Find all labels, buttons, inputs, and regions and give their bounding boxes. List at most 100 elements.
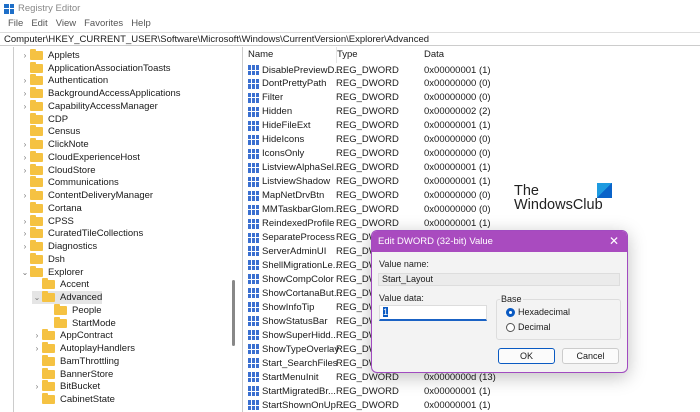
folder-icon: [30, 252, 43, 264]
tree-item[interactable]: Census: [20, 125, 80, 139]
tree-item[interactable]: People: [44, 303, 102, 317]
chevron-icon[interactable]: ›: [20, 51, 30, 60]
tree-item[interactable]: › Diagnostics: [20, 240, 97, 253]
tree-item[interactable]: Accent: [32, 278, 90, 292]
chevron-icon[interactable]: ›: [20, 153, 30, 162]
value-row[interactable]: HideIcons REG_DWORD 0x00000000 (0): [245, 133, 700, 147]
folder-icon: [54, 316, 67, 328]
ok-button[interactable]: OK: [498, 348, 555, 364]
value-data: 0x00000001 (1): [424, 64, 491, 76]
tree-item[interactable]: Dsh: [20, 252, 65, 266]
watermark-line1: The: [514, 183, 539, 199]
value-name: MapNetDrvBtn: [262, 190, 325, 202]
tree-item-label: Applets: [48, 49, 80, 61]
reg-binary-icon: [248, 204, 259, 215]
chevron-icon[interactable]: ›: [20, 76, 30, 85]
value-data-input[interactable]: 1: [379, 305, 487, 321]
tree-item[interactable]: › AppContract: [32, 329, 113, 343]
chevron-icon[interactable]: ›: [20, 140, 30, 149]
tree-item[interactable]: StartMode: [44, 316, 116, 330]
tree-item[interactable]: CabinetState: [32, 393, 115, 406]
tree-item[interactable]: Communications: [20, 176, 119, 190]
menu-view[interactable]: View: [52, 17, 80, 31]
tree-item-label: Accent: [60, 279, 90, 291]
radio-hexadecimal[interactable]: Hexadecimal: [506, 307, 570, 317]
menu-favorites[interactable]: Favorites: [80, 17, 127, 31]
value-row[interactable]: StartMigratedBr... REG_DWORD 0x00000001 (1…: [245, 384, 700, 398]
tree-item[interactable]: BamThrottling: [32, 354, 119, 368]
chevron-icon[interactable]: ›: [32, 331, 42, 340]
tree-item[interactable]: BannerStore: [32, 367, 113, 381]
radio-decimal[interactable]: Decimal: [506, 322, 551, 332]
value-row[interactable]: IconsOnly REG_DWORD 0x00000000 (0): [245, 147, 700, 161]
chevron-icon[interactable]: ›: [20, 191, 30, 200]
close-icon[interactable]: ✕: [609, 234, 619, 248]
tree-item[interactable]: › AutoplayHandlers: [32, 342, 135, 355]
chevron-icon[interactable]: ›: [20, 217, 30, 226]
tree-item[interactable]: CDP: [20, 112, 68, 126]
tree-item[interactable]: ApplicationAssociationToasts: [20, 61, 171, 75]
tree-item[interactable]: › CloudStore: [20, 163, 96, 177]
menu-help[interactable]: Help: [127, 17, 155, 31]
tree-item[interactable]: › Authentication: [20, 74, 108, 88]
tree-item[interactable]: › CapabilityAccessManager: [20, 99, 158, 113]
address-bar[interactable]: Computer\HKEY_CURRENT_USER\Software\Micr…: [0, 32, 700, 46]
tree-item[interactable]: ⌄ Explorer: [20, 265, 83, 279]
menu-edit[interactable]: Edit: [27, 17, 51, 31]
value-row[interactable]: StartShownOnUp... REG_DWORD 0x00000001 (1): [245, 398, 700, 412]
tree-item-label: Advanced: [60, 292, 103, 304]
tree-item[interactable]: › ContentDeliveryManager: [20, 189, 153, 202]
value-row[interactable]: HideFileExt REG_DWORD 0x00000001 (1): [245, 119, 700, 133]
tree-item-label: ApplicationAssociationToasts: [48, 62, 171, 74]
tree-item[interactable]: › BackgroundAccessApplications: [20, 87, 181, 100]
value-type: REG_DWORD: [336, 176, 399, 188]
tree-item[interactable]: Cortana: [20, 201, 82, 215]
column-header-name[interactable]: Name: [248, 47, 273, 63]
cancel-button[interactable]: Cancel: [562, 348, 619, 364]
tree-item[interactable]: › Applets: [20, 48, 80, 62]
chevron-icon[interactable]: ›: [20, 229, 30, 238]
value-row[interactable]: MMTaskbarGlom... REG_DWORD 0x00000000 (0): [245, 203, 700, 217]
folder-icon: [42, 329, 55, 341]
dec-label: Decimal: [518, 322, 551, 332]
value-name: ShellMigrationLe...: [262, 259, 341, 271]
value-row[interactable]: DontPrettyPath REG_DWORD 0x00000000 (0): [245, 77, 700, 91]
value-row[interactable]: MapNetDrvBtn REG_DWORD 0x00000000 (0): [245, 189, 700, 203]
tree-item[interactable]: › CloudExperienceHost: [20, 150, 140, 164]
chevron-icon[interactable]: ›: [32, 344, 42, 353]
value-data: 0x00000002 (2): [424, 106, 491, 118]
folder-icon: [30, 99, 43, 111]
menu-file[interactable]: File: [4, 17, 27, 31]
value-name: Hidden: [262, 106, 293, 118]
chevron-icon[interactable]: ›: [20, 242, 30, 251]
value-name: ListviewShadow: [262, 176, 331, 188]
reg-binary-icon: [248, 232, 259, 243]
reg-binary-icon: [248, 190, 259, 201]
tree-item[interactable]: › BitBucket: [32, 380, 100, 394]
value-type: REG_DWORD: [336, 204, 399, 216]
reg-binary-icon: [248, 176, 259, 187]
column-header-type[interactable]: Type: [336, 47, 358, 63]
column-header-data[interactable]: Data: [424, 47, 444, 63]
value-row[interactable]: DisablePreviewD... REG_DWORD 0x00000001 (1…: [245, 63, 700, 77]
tree-item-label: CapabilityAccessManager: [48, 100, 158, 112]
chevron-icon[interactable]: ⌄: [32, 293, 42, 302]
chevron-icon[interactable]: ›: [20, 102, 30, 111]
value-row[interactable]: Hidden REG_DWORD 0x00000002 (2): [245, 105, 700, 119]
value-row[interactable]: ReindexedProfile REG_DWORD 0x00000001 (1): [245, 217, 700, 231]
value-row[interactable]: Filter REG_DWORD 0x00000000 (0): [245, 91, 700, 105]
chevron-icon[interactable]: ⌄: [20, 268, 30, 277]
value-row[interactable]: ListviewShadow REG_DWORD 0x00000001 (1): [245, 175, 700, 189]
chevron-icon[interactable]: ›: [20, 89, 30, 98]
tree-item[interactable]: ⌄ Advanced: [32, 291, 103, 304]
tree-scrollbar-thumb[interactable]: [232, 280, 235, 346]
value-data: 0x0000000d (13): [424, 371, 496, 383]
value-name: DisablePreviewD...: [262, 64, 343, 76]
tree-item[interactable]: › CPSS: [20, 214, 74, 228]
tree-item[interactable]: › ClickNote: [20, 138, 89, 151]
chevron-icon[interactable]: ›: [20, 166, 30, 175]
tree-item[interactable]: › CuratedTileCollections: [20, 227, 143, 241]
value-name: IconsOnly: [262, 148, 305, 160]
value-row[interactable]: ListviewAlphaSel... REG_DWORD 0x00000001 (…: [245, 161, 700, 175]
chevron-icon[interactable]: ›: [32, 382, 42, 391]
